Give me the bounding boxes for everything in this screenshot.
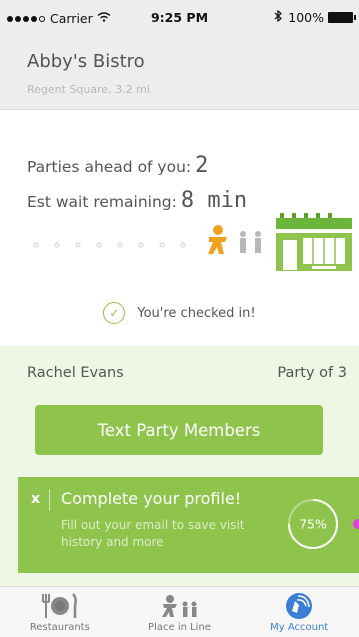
restaurant-header: Abby's Bistro Regent Square, 3.2 mi xyxy=(0,37,359,110)
battery-status: 100% xyxy=(274,9,356,25)
progress-label: 75% xyxy=(299,517,327,532)
checkmark-icon: ✓ xyxy=(103,302,126,324)
tab-label: My Account xyxy=(270,622,329,633)
notification-dot xyxy=(353,519,359,529)
parties-ahead-label: Parties ahead of you: xyxy=(27,158,192,176)
restaurants-icon xyxy=(40,590,80,622)
my-account-icon xyxy=(284,590,314,622)
dismiss-button[interactable]: x xyxy=(31,491,40,507)
tab-label: Place in Line xyxy=(148,622,211,633)
queue-dots xyxy=(33,242,186,248)
party-ahead-icon xyxy=(240,231,261,253)
tab-label: Restaurants xyxy=(29,622,90,633)
parties-ahead-row: Parties ahead of you: 2 xyxy=(27,153,208,178)
bluetooth-icon xyxy=(274,9,283,25)
profile-card-title: Complete your profile! xyxy=(61,489,242,508)
place-in-line-icon xyxy=(160,590,200,622)
check-in-text: You're checked in! xyxy=(137,305,256,321)
line-visualization xyxy=(33,213,352,271)
tab-restaurants[interactable]: Restaurants xyxy=(0,587,120,637)
restaurant-location: Regent Square, 3.2 mi xyxy=(27,83,150,96)
restaurant-name: Abby's Bistro xyxy=(27,51,145,72)
party-size: Party of 3 xyxy=(277,365,347,381)
battery-icon xyxy=(328,12,356,23)
battery-percent: 100% xyxy=(288,10,324,25)
user-figure-icon xyxy=(208,225,227,254)
complete-profile-card[interactable]: x Complete your profile! Fill out your e… xyxy=(18,477,359,573)
parties-ahead-value: 2 xyxy=(195,153,209,178)
tab-bar: Restaurants Place in Line My Account xyxy=(0,586,359,637)
check-in-status: ✓ You're checked in! xyxy=(0,302,359,324)
profile-card-text: Fill out your email to save visit histor… xyxy=(61,518,245,549)
profile-progress-ring: 75% xyxy=(288,499,338,549)
text-party-members-button[interactable]: Text Party Members xyxy=(35,405,323,455)
restaurant-building-icon xyxy=(276,213,352,271)
party-name: Rachel Evans xyxy=(27,365,124,381)
divider xyxy=(49,489,50,511)
tab-my-account[interactable]: My Account xyxy=(239,587,359,637)
tab-place-in-line[interactable]: Place in Line xyxy=(120,587,240,637)
status-bar: Carrier 9:25 PM 100% xyxy=(0,0,359,37)
